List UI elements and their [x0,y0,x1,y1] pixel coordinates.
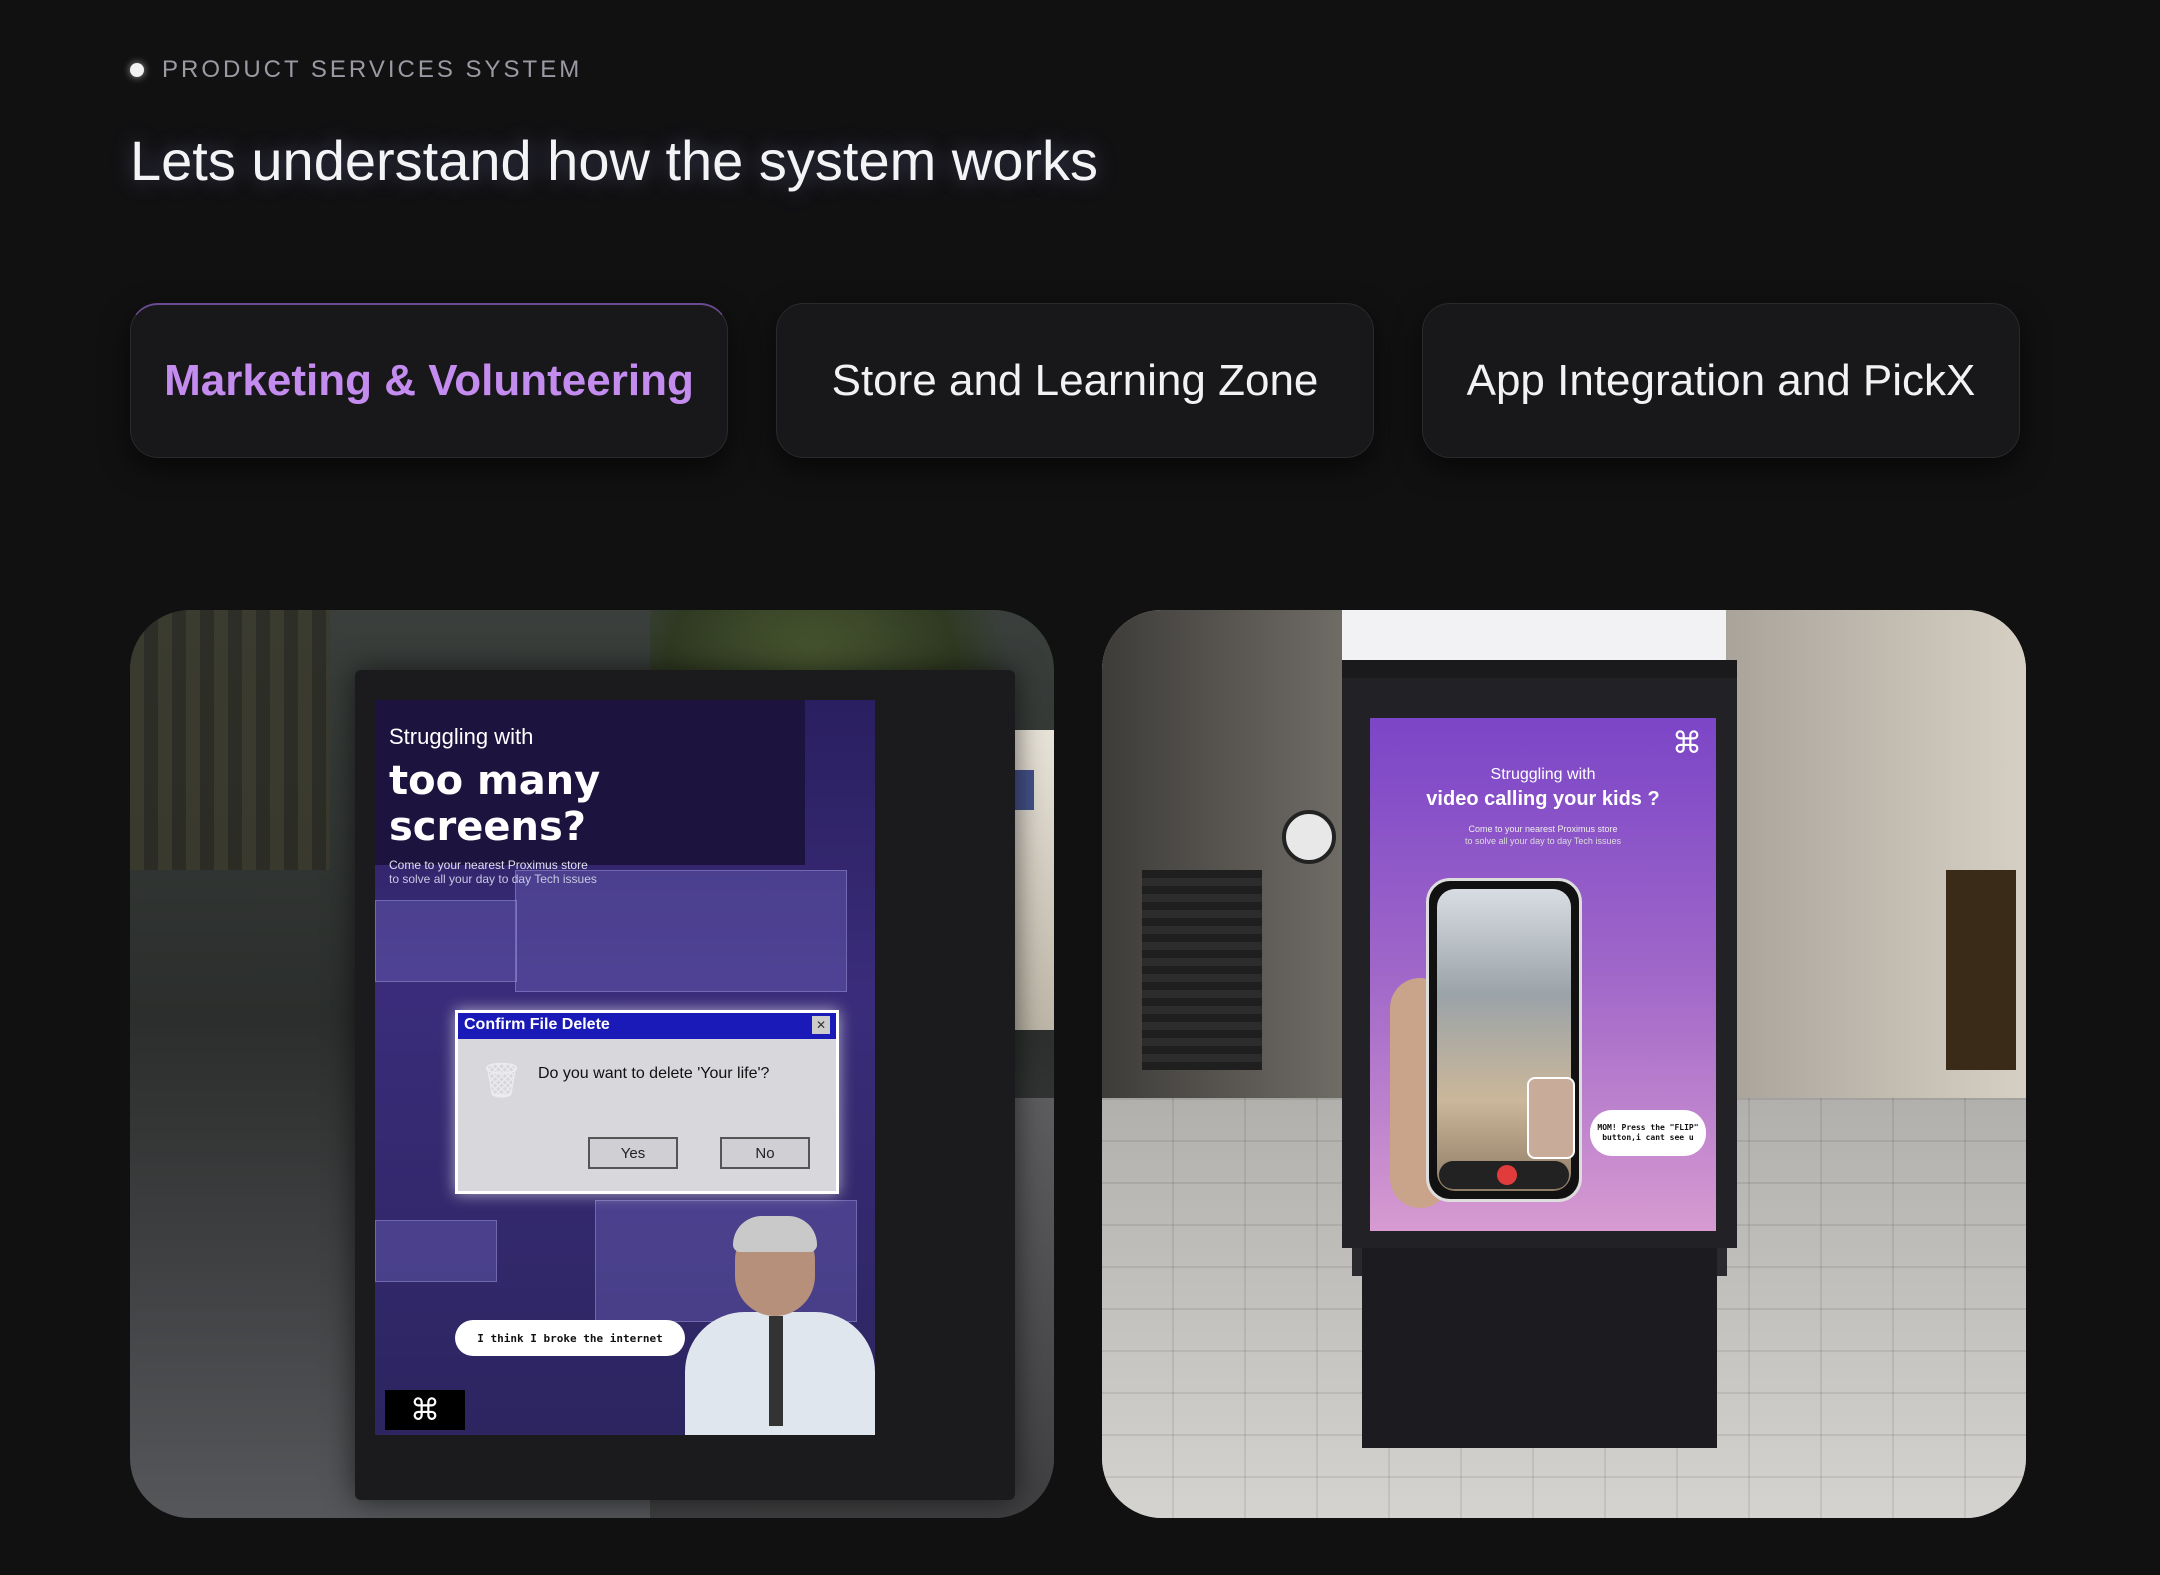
eyebrow-label: PRODUCT SERVICES SYSTEM [162,56,583,83]
brand-logo-icon: ⌘ [385,1390,465,1430]
dialog-message: Do you want to delete 'Your life'? [538,1065,770,1082]
street-clock-icon [1282,810,1336,864]
section-eyebrow: PRODUCT SERVICES SYSTEM [130,56,582,84]
ad-poster: Struggling with too many screens? Come t… [375,700,875,1435]
dialog-title: Confirm File Delete [464,1016,610,1033]
bullet-dot-icon [130,63,144,77]
poster-line-1: Struggling with [389,724,534,749]
end-call-icon [1497,1165,1517,1185]
kiosk-line-4: to solve all your day to day Tech issues [1465,836,1621,846]
kiosk-line-3: Come to your nearest Proximus store [1468,824,1618,834]
tab-app-integration-pickx[interactable]: App Integration and PickX [1422,303,2020,458]
speech-bubble: I think I broke the internet [455,1320,685,1356]
kiosk-headline: video calling your kids ? [1426,788,1660,810]
poster-line-3: Come to your nearest Proximus store [389,858,588,872]
dialog-no-button: No [720,1137,810,1169]
close-icon: ✕ [812,1016,830,1034]
kiosk-line-1: Struggling with [1490,766,1596,783]
pip-video-thumbnail [1527,1077,1575,1159]
tab-marketing-volunteering[interactable]: Marketing & Volunteering [130,303,728,458]
poster-line-4: to solve all your day to day Tech issues [389,872,597,886]
page-title: Lets understand how the system works [130,129,1099,192]
recycle-bin-icon: 🗑 [480,1062,524,1100]
smartphone-video-call [1426,878,1582,1202]
kiosk-ad-screen: ⌘ Struggling with video calling your kid… [1370,718,1716,1231]
dialog-yes-button: Yes [588,1137,678,1169]
image-gallery: Struggling with too many screens? Come t… [130,610,2026,1518]
street-kiosk-poster-image: ⌘ Struggling with video calling your kid… [1102,610,2026,1518]
speech-bubble: MOM! Press the "FLIP" button,i cant see … [1590,1110,1706,1156]
poster-headline: too many screens? [389,758,601,850]
worried-man-figure [675,1216,875,1435]
ad-kiosk: ⌘ Struggling with video calling your kid… [1342,660,1737,1470]
brand-logo-icon: ⌘ [1672,727,1702,760]
confirm-delete-dialog: Confirm File Delete ✕ 🗑 Do you want to d… [455,1010,839,1194]
tab-bar: Marketing & Volunteering Store and Learn… [130,303,2020,458]
tab-store-learning-zone[interactable]: Store and Learning Zone [776,303,1374,458]
bus-shelter-poster-image: Struggling with too many screens? Come t… [130,610,1054,1518]
